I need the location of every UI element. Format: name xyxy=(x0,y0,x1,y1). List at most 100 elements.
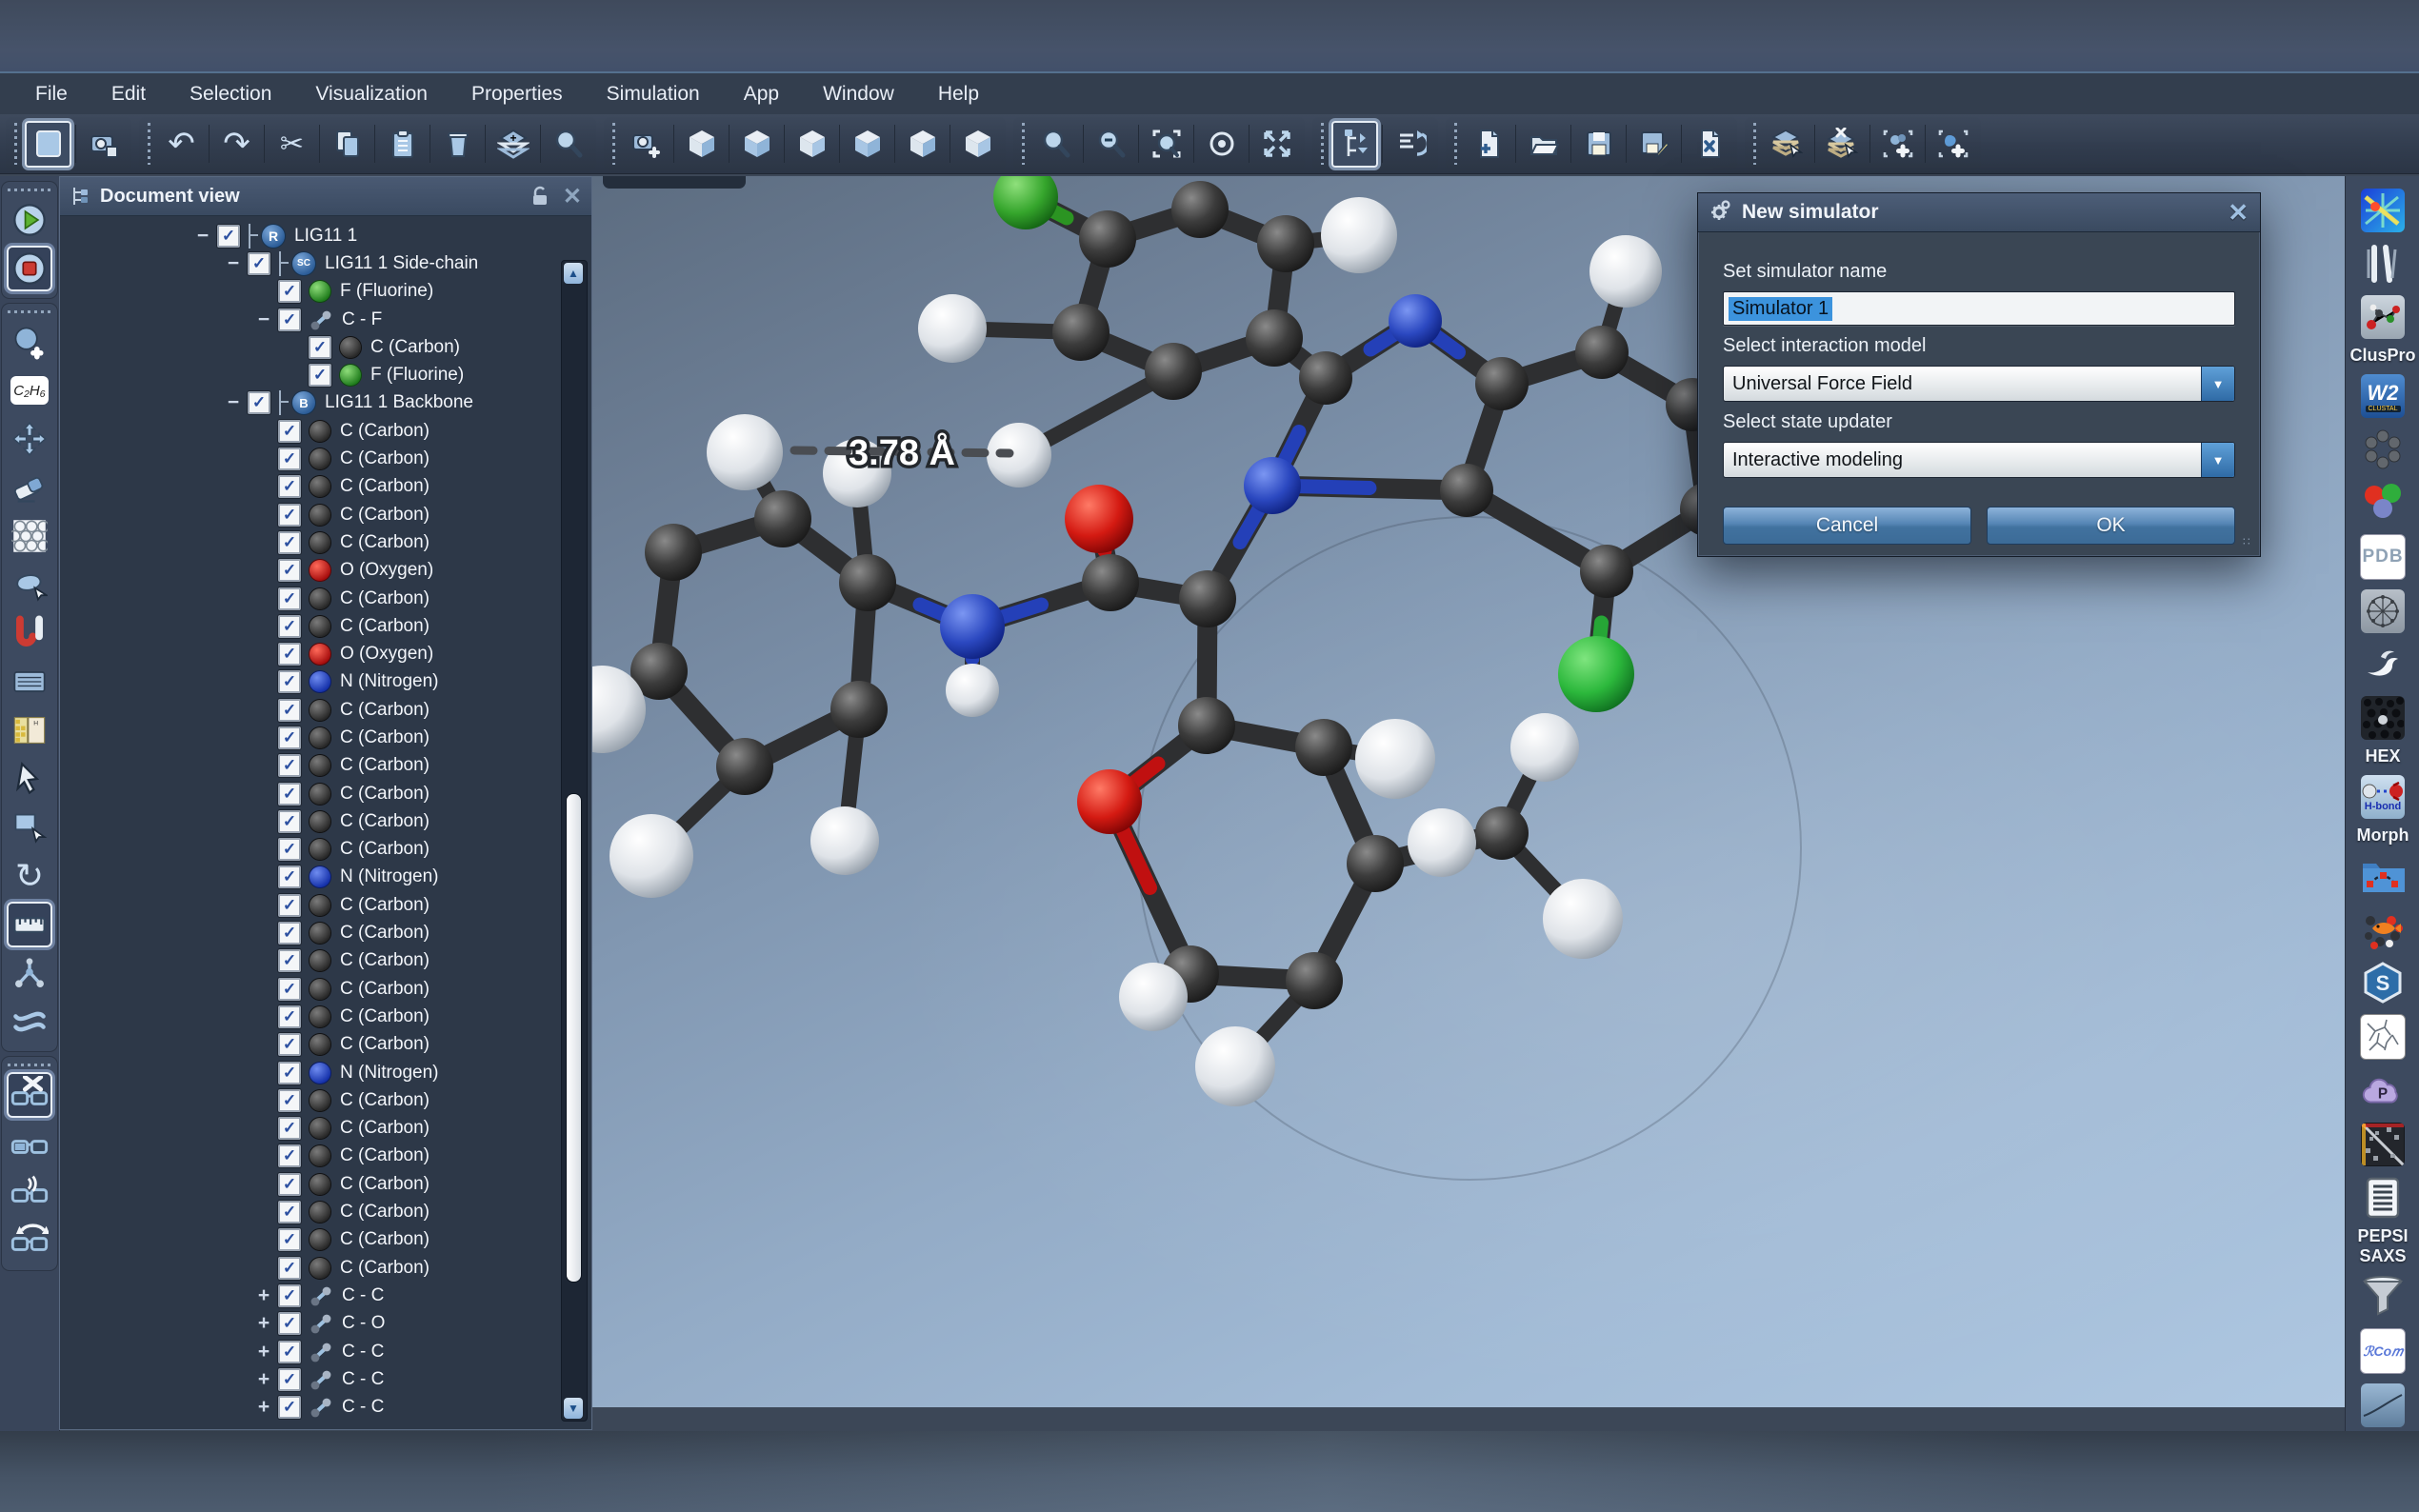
tree-row[interactable]: ✓C (Carbon) xyxy=(60,585,591,612)
tree-row[interactable]: ✓O (Oxygen) xyxy=(60,557,591,585)
visibility-checkbox[interactable]: ✓ xyxy=(278,280,301,303)
tree-label[interactable]: C (Carbon) xyxy=(340,1145,430,1166)
lasso-select-button[interactable] xyxy=(7,562,52,607)
visibility-checkbox[interactable]: ✓ xyxy=(278,1005,301,1028)
tree-label[interactable]: C - C xyxy=(342,1397,384,1418)
tree-expander[interactable]: + xyxy=(250,1368,278,1391)
tree-label[interactable]: C - C xyxy=(342,1285,384,1306)
zoom-in-button[interactable] xyxy=(1032,121,1079,168)
visibility-checkbox[interactable]: ✓ xyxy=(217,225,240,248)
tree-label[interactable]: LIG11 1 Side-chain xyxy=(325,253,478,274)
view-cube-top-button[interactable] xyxy=(899,121,946,168)
line-chart-button[interactable] xyxy=(2358,1383,2408,1427)
tree-label[interactable]: C - C xyxy=(342,1342,384,1363)
visibility-checkbox[interactable]: ✓ xyxy=(278,865,301,888)
tree-label[interactable]: C (Carbon) xyxy=(340,505,430,526)
interaction-model-select[interactable]: Universal Force Field ▼ xyxy=(1723,366,2235,402)
toolbar-grip[interactable] xyxy=(11,123,20,165)
tree-row[interactable]: ✓F (Fluorine) xyxy=(60,361,591,388)
rotate-view-button[interactable]: ↻ xyxy=(7,853,52,899)
tree-row[interactable]: ✓C (Carbon) xyxy=(60,417,591,445)
tree-row[interactable]: −✓SCLIG11 1 Side-chain xyxy=(60,249,591,277)
cancel-button[interactable]: Cancel xyxy=(1723,507,1971,545)
funnel-button[interactable] xyxy=(2358,1275,2408,1319)
visibility-checkbox[interactable]: ✓ xyxy=(278,922,301,945)
toolbar-grip[interactable] xyxy=(8,186,51,194)
tree-label[interactable]: C (Carbon) xyxy=(340,923,430,944)
cut-button[interactable]: ✂ xyxy=(269,121,315,168)
tree-label[interactable]: F (Fluorine) xyxy=(340,281,433,302)
close-panel-icon[interactable]: ✕ xyxy=(563,183,582,210)
tree-label[interactable]: C (Carbon) xyxy=(340,839,430,860)
close-document-button[interactable] xyxy=(1686,121,1732,168)
tree-label[interactable]: C (Carbon) xyxy=(340,700,430,721)
deselect-all-layers-button[interactable] xyxy=(1819,121,1866,168)
tree-label[interactable]: C (Carbon) xyxy=(340,476,430,497)
visibility-checkbox[interactable]: ✓ xyxy=(278,448,301,470)
tree-row[interactable]: ✓C (Carbon) xyxy=(60,1170,591,1198)
select-all-layers-button[interactable] xyxy=(1764,121,1810,168)
tree-label[interactable]: C (Carbon) xyxy=(340,448,430,469)
tree-label[interactable]: C (Carbon) xyxy=(340,1258,430,1279)
pdb-bank-button[interactable]: PDB xyxy=(2358,534,2408,580)
visibility-checkbox[interactable]: ✓ xyxy=(278,1062,301,1084)
tree-row[interactable]: +✓C - O xyxy=(60,1310,591,1338)
path-folder-button[interactable] xyxy=(2358,854,2408,898)
visibility-checkbox[interactable]: ✓ xyxy=(278,1201,301,1224)
tree-row[interactable]: ✓C (Carbon) xyxy=(60,836,591,864)
tree-label[interactable]: N (Nitrogen) xyxy=(340,1063,438,1084)
stereo-3d-button[interactable] xyxy=(7,1121,52,1166)
tree-row[interactable]: ✓ N (Nitrogen) xyxy=(60,1059,591,1086)
tree-row[interactable]: ✓ C (Carbon) xyxy=(60,696,591,724)
tree-row[interactable]: ✓ F (Fluorine) xyxy=(60,278,591,306)
tree-row[interactable]: −✓C - F xyxy=(60,306,591,333)
tree-label[interactable]: C (Carbon) xyxy=(340,1034,430,1055)
visibility-checkbox[interactable]: ✓ xyxy=(278,475,301,498)
tree-label[interactable]: C (Carbon) xyxy=(340,755,430,776)
tem-grid-button[interactable] xyxy=(2358,696,2408,740)
benzene-gray-button[interactable] xyxy=(2358,428,2408,471)
scroll-thumb[interactable] xyxy=(567,794,581,1282)
tree-row[interactable]: ✓N (Nitrogen) xyxy=(60,668,591,696)
xray-diffraction-button[interactable] xyxy=(2358,189,2408,232)
periodic-table-button[interactable]: H xyxy=(7,707,52,753)
save-document-button[interactable] xyxy=(1575,121,1622,168)
tree-row[interactable]: ✓ C (Carbon) xyxy=(60,1143,591,1170)
visibility-checkbox[interactable]: ✓ xyxy=(248,391,270,414)
ok-button[interactable]: OK xyxy=(1987,507,2235,545)
tree-row[interactable]: ✓C (Carbon) xyxy=(60,724,591,751)
stereo-rotate-button[interactable] xyxy=(7,1218,52,1263)
redo-button[interactable]: ↷ xyxy=(213,121,260,168)
tree-label[interactable]: C (Carbon) xyxy=(340,979,430,1000)
tree-row[interactable]: +✓C - C xyxy=(60,1393,591,1421)
visibility-checkbox[interactable]: ✓ xyxy=(278,1089,301,1112)
tree-row[interactable]: +✓C - C xyxy=(60,1282,591,1309)
visibility-checkbox[interactable]: ✓ xyxy=(278,1312,301,1335)
tree-label[interactable]: C - O xyxy=(342,1313,385,1334)
zoom-selection-button[interactable] xyxy=(1143,121,1190,168)
tree-row[interactable]: ✓C (Carbon) xyxy=(60,1115,591,1143)
keyboard-input-button[interactable] xyxy=(7,659,52,705)
visibility-checkbox[interactable]: ✓ xyxy=(278,1173,301,1196)
twist-bond-button[interactable] xyxy=(7,999,52,1044)
visibility-checkbox[interactable]: ✓ xyxy=(278,1144,301,1167)
visibility-checkbox[interactable]: ✓ xyxy=(278,1341,301,1363)
visibility-checkbox[interactable]: ✓ xyxy=(278,615,301,638)
contact-matrix-button[interactable] xyxy=(2358,1123,2408,1166)
dialog-resize-grip[interactable]: ∷ xyxy=(2243,539,2256,552)
chevron-down-icon[interactable]: ▼ xyxy=(2201,367,2234,401)
h-bond-button[interactable]: H-bond xyxy=(2358,775,2408,819)
view-cube-left-button[interactable] xyxy=(789,121,835,168)
rectangle-select-button[interactable] xyxy=(7,805,52,850)
measure-angle-button[interactable] xyxy=(7,950,52,996)
visibility-checkbox[interactable]: ✓ xyxy=(278,531,301,554)
tree-expander[interactable]: + xyxy=(250,1284,278,1307)
tree-row[interactable]: ✓C (Carbon) xyxy=(60,1031,591,1059)
add-group-button[interactable] xyxy=(1874,121,1921,168)
select-cursor-button[interactable] xyxy=(7,756,52,802)
tree-label[interactable]: C (Carbon) xyxy=(340,1118,430,1139)
visibility-checkbox[interactable]: ✓ xyxy=(278,699,301,722)
tree-label[interactable]: O (Oxygen) xyxy=(340,644,433,665)
add-fragment-button[interactable]: C₂H₆ xyxy=(7,368,52,413)
tree-label[interactable]: C (Carbon) xyxy=(340,1006,430,1027)
